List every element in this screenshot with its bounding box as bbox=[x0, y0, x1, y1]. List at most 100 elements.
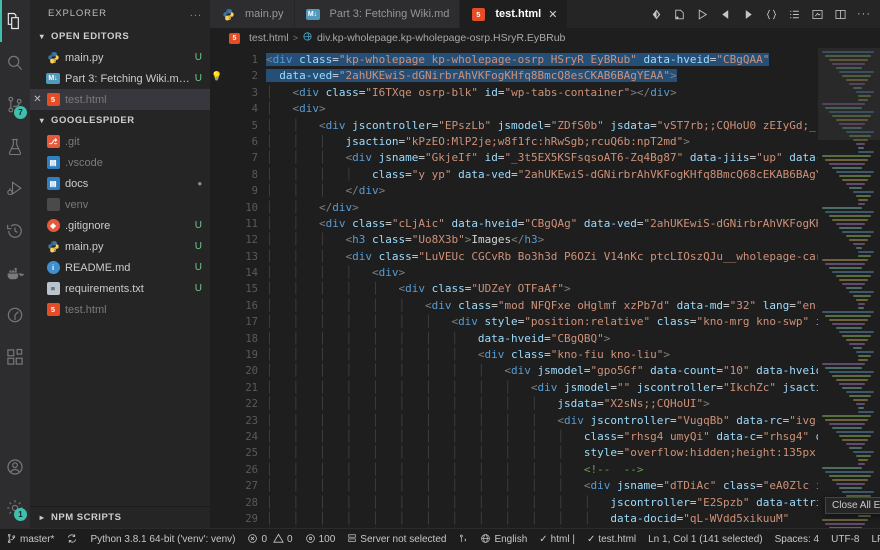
code-editor[interactable]: 💡 1 2 3 4 5 6 7 8 9 10 11 12 13 14 15 16 17 18 19 20 21 22 23 2… bbox=[210, 48, 880, 528]
breadcrumb-file[interactable]: test.html bbox=[249, 32, 289, 44]
code-line[interactable]: │ │ │ │ │ <div class="UDZeY OTFaAf"> bbox=[266, 281, 818, 297]
status-sync[interactable] bbox=[60, 529, 84, 550]
step-forward-icon[interactable] bbox=[742, 8, 755, 21]
more-actions-icon[interactable]: ··· bbox=[857, 8, 871, 20]
code-line[interactable]: │ │ │ jsaction="kPzEO:MlP2je;w8f1fc:hRwS… bbox=[266, 134, 818, 150]
section-workspace[interactable]: ▾ GOOGLESPIDER bbox=[30, 110, 210, 131]
code-line[interactable]: <div class="kp-wholepage kp-wholepage-os… bbox=[266, 52, 818, 68]
status-spell-checker[interactable]: English bbox=[474, 529, 533, 550]
code-line[interactable]: │ │ │ │ │ │ │ │ <div class="kno-fiu kno-… bbox=[266, 347, 818, 363]
lightbulb-icon[interactable]: 💡 bbox=[210, 68, 224, 84]
code-content[interactable]: <div class="kp-wholepage kp-wholepage-os… bbox=[266, 48, 818, 528]
status-indentation[interactable]: Spaces: 4 bbox=[769, 529, 825, 550]
step-back-icon[interactable] bbox=[719, 8, 732, 21]
split-editor-icon[interactable] bbox=[834, 8, 847, 21]
code-line[interactable]: │ │ │ │ │ │ │ │ │ │ │ │ <div jsname = "dTD… bbox=[266, 478, 818, 494]
minimap-line bbox=[852, 87, 862, 89]
status-ports[interactable]: 100 bbox=[299, 529, 342, 550]
status-liveshare[interactable] bbox=[452, 529, 474, 550]
code-line[interactable]: │ │ │ │ <div> bbox=[266, 265, 818, 281]
close-icon[interactable]: ✕ bbox=[30, 94, 45, 105]
code-line[interactable]: │ │ │ │ │ │ │ │ │ <div jsmodel="gpo5Gf" … bbox=[266, 363, 818, 379]
split-terminal-icon[interactable] bbox=[650, 8, 663, 21]
activity-item-explorer[interactable] bbox=[0, 0, 30, 42]
code-line[interactable]: │ │ │ │ │ │ │ │ │ │ │ │ class="rhsg4 umy… bbox=[266, 429, 818, 445]
activity-item-source-control[interactable]: 7 bbox=[0, 84, 30, 126]
activity-item-extensions[interactable] bbox=[0, 336, 30, 378]
line-number: 2 bbox=[251, 70, 258, 83]
code-line[interactable]: │ │ │ │ │ │ │ │ │ │ │ │ │ data-docid="qL… bbox=[266, 511, 818, 527]
code-line[interactable]: │ <div class="I6TXqe osrp-blk" id="wp-ta… bbox=[266, 85, 818, 101]
indent-guide: │ bbox=[266, 102, 293, 116]
file-row-git[interactable]: ⎇ .git bbox=[30, 131, 210, 152]
open-preview-icon[interactable] bbox=[811, 8, 824, 21]
code-line[interactable]: │ <div> bbox=[266, 101, 818, 117]
breadcrumb-element[interactable]: div.kp-wholepage.kp-wholepage-osrp.HSryR… bbox=[317, 32, 565, 44]
code-line[interactable]: │ │ </div> bbox=[266, 200, 818, 216]
file-row-requirements[interactable]: ≡ requirements.txt U bbox=[30, 278, 210, 299]
code-line[interactable]: │ │ │ │ │ │ │ │ │ │ │ │ <!-- --> bbox=[266, 462, 818, 478]
code-line[interactable]: │ │ │ </div> bbox=[266, 183, 818, 199]
run-python-file-icon[interactable] bbox=[673, 8, 686, 21]
file-row-venv[interactable]: venv bbox=[30, 194, 210, 215]
status-branch[interactable]: master* bbox=[0, 529, 60, 550]
code-line[interactable]: │ │ │ <div jsname="GkjeIf" id="_3t5EX5KS… bbox=[266, 150, 818, 166]
code-line[interactable]: │ │ │ │ │ │ │ │ data-hveid="CBgQBQ"> bbox=[266, 331, 818, 347]
code-line[interactable]: │ │ │ <div class="LuVEUc CGCvRb Bo3h3d P… bbox=[266, 249, 818, 265]
activity-item-timeline[interactable] bbox=[0, 210, 30, 252]
code-line[interactable]: │ │ <div jscontroller="EPszLb" jsmodel="… bbox=[266, 118, 818, 134]
code-line[interactable]: data-ved="2ahUKEwiS-dGNirbrAhVKFogKHfq8B… bbox=[266, 68, 818, 84]
file-row-test-html[interactable]: 5 test.html bbox=[30, 299, 210, 320]
format-braces-icon[interactable] bbox=[765, 8, 778, 21]
status-test-html[interactable]: ✓ test.html bbox=[581, 529, 642, 550]
outline-list-icon[interactable] bbox=[788, 8, 801, 21]
section-npm-scripts[interactable]: ▸ NPM SCRIPTS bbox=[30, 506, 210, 528]
activity-item-pylance[interactable] bbox=[0, 294, 30, 336]
npm-scripts-header[interactable]: ▸ NPM SCRIPTS bbox=[30, 512, 121, 523]
code-line[interactable]: │ │ │ │ class="y yp" data-ved="2ahUKEwiS… bbox=[266, 167, 818, 183]
tab-part3-md[interactable]: M↓ Part 3: Fetching Wiki.md bbox=[294, 0, 461, 28]
tab-test-html[interactable]: 5 test.html ✕ bbox=[460, 0, 569, 28]
activity-item-accounts[interactable] bbox=[0, 446, 30, 488]
code-line[interactable]: │ │ <div class="cLjAic" data-hveid="CBgQ… bbox=[266, 216, 818, 232]
status-encoding[interactable]: UTF-8 bbox=[825, 529, 865, 550]
file-row-vscode[interactable]: ▤ .vscode bbox=[30, 152, 210, 173]
code-line[interactable]: │ │ │ │ │ │ │ <div style="position:relat… bbox=[266, 314, 818, 330]
close-icon[interactable]: ✕ bbox=[548, 8, 557, 21]
code-line[interactable]: │ │ │ │ │ │ │ │ │ │ │ <div jscontroller=… bbox=[266, 413, 818, 429]
open-editor-part3-md[interactable]: M↓ Part 3: Fetching Wiki.md ... U bbox=[30, 68, 210, 89]
sidebar-explorer: EXPLORER ... ▾ OPEN EDITORS main.py U M↓… bbox=[30, 0, 210, 528]
code-tokens: </div> bbox=[319, 201, 359, 214]
token-attr: id bbox=[809, 315, 818, 328]
file-row-gitignore[interactable]: ◆ .gitignore U bbox=[30, 215, 210, 236]
tab-main-py[interactable]: main.py bbox=[210, 0, 295, 28]
token-val: "y yp" bbox=[411, 167, 452, 181]
file-row-main-py[interactable]: main.py U bbox=[30, 236, 210, 257]
code-line[interactable]: │ │ │ │ │ │ <div class="mod NFQFxe oHglm… bbox=[266, 298, 818, 314]
run-icon[interactable] bbox=[696, 8, 709, 21]
code-line[interactable]: │ │ │ │ │ │ │ │ │ │ │ │ │ data-lpage="ht… bbox=[266, 527, 818, 528]
status-python-interpreter[interactable]: Python 3.8.1 64-bit ('venv': venv) bbox=[84, 529, 241, 550]
open-editor-test-html[interactable]: ✕ 5 test.html bbox=[30, 89, 210, 110]
code-line[interactable]: │ │ │ │ │ │ │ │ │ │ │ │ style="overflow:… bbox=[266, 445, 818, 461]
code-line[interactable]: │ │ │ │ │ │ │ │ │ │ │ jsdata="X2sNs;;CQH… bbox=[266, 396, 818, 412]
file-row-docs[interactable]: ▤ docs • bbox=[30, 173, 210, 194]
open-editor-main-py[interactable]: main.py U bbox=[30, 47, 210, 68]
activity-item-search[interactable] bbox=[0, 42, 30, 84]
file-row-readme[interactable]: i README.md U bbox=[30, 257, 210, 278]
section-open-editors[interactable]: ▾ OPEN EDITORS bbox=[30, 26, 210, 47]
status-eol[interactable]: LF bbox=[865, 529, 880, 550]
sidebar-more-actions-icon[interactable]: ... bbox=[190, 7, 202, 19]
code-line[interactable]: │ │ │ │ │ │ │ │ │ │ <div jsmodel = "" jsco… bbox=[266, 380, 818, 396]
activity-item-testing[interactable] bbox=[0, 126, 30, 168]
activity-item-docker[interactable] bbox=[0, 252, 30, 294]
status-sql-server[interactable]: Server not selected bbox=[341, 529, 452, 550]
status-problems[interactable]: 0 0 bbox=[241, 529, 298, 550]
code-line[interactable]: │ │ │ <h3 class="Uo8X3b">Images</h3> bbox=[266, 232, 818, 248]
status-html-validator[interactable]: ✓ html | bbox=[533, 529, 581, 550]
minimap[interactable] bbox=[818, 48, 880, 528]
code-line[interactable]: │ │ │ │ │ │ │ │ │ │ │ │ │ jscontroller="… bbox=[266, 495, 818, 511]
activity-item-run-and-debug[interactable] bbox=[0, 168, 30, 210]
status-cursor-position[interactable]: Ln 1, Col 1 (141 selected) bbox=[642, 529, 769, 550]
activity-item-manage[interactable]: 1 bbox=[0, 488, 30, 528]
